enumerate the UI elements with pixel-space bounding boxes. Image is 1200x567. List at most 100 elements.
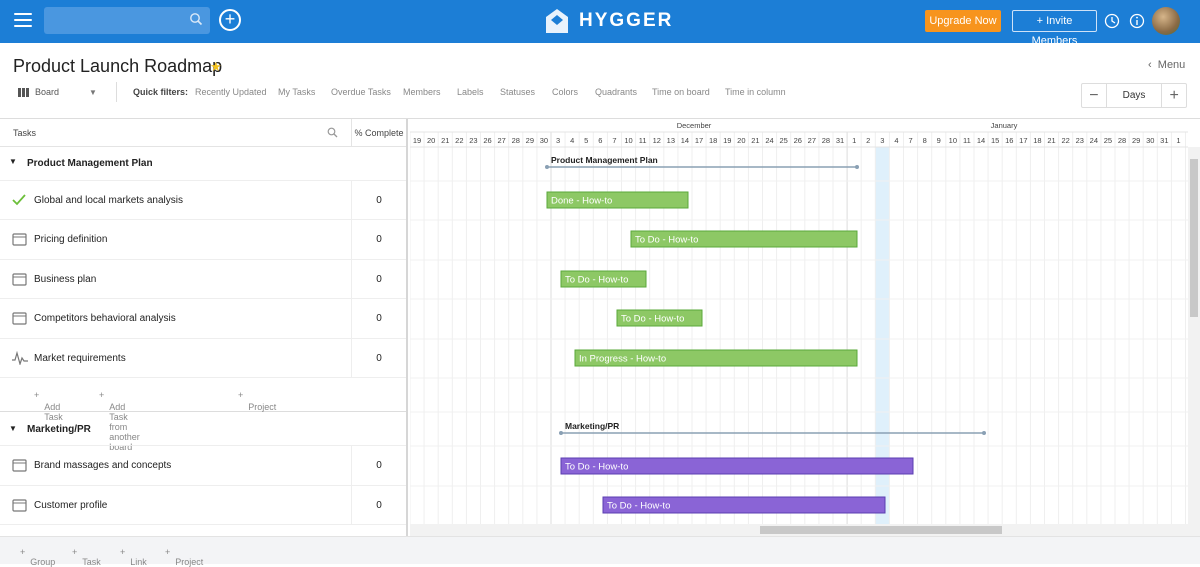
day-label: 3 [880, 136, 884, 145]
gantt-timeline: 19 20 21 22 23 26 27 28 29 30 3 4 5 6 7 10 11 12 13 14 17 18 1… [410, 119, 1188, 524]
day-label: 10 [949, 136, 957, 145]
zoom-level[interactable]: Days [1106, 84, 1162, 107]
filter-my-tasks[interactable]: My Tasks [278, 87, 315, 97]
add-task-bottom-label: Task [82, 557, 101, 567]
filter-quadrants[interactable]: Quadrants [595, 87, 637, 97]
task-complete: 0 [351, 446, 406, 485]
gantt-task-bar-label: Done - How-to [551, 196, 612, 207]
group-summary-label: Marketing/PR [565, 421, 619, 431]
info-icon[interactable] [1129, 13, 1145, 29]
day-label: 21 [441, 136, 449, 145]
chevron-down-icon: ▼ [89, 87, 97, 97]
group-summary-start [559, 431, 563, 435]
task-row[interactable]: Business plan 0 [0, 260, 406, 299]
add-group-label: Group [30, 557, 56, 567]
day-label: 23 [1076, 136, 1084, 145]
day-label: 24 [1090, 136, 1098, 145]
favorite-star-icon[interactable]: ★ [210, 59, 222, 75]
day-label: 29 [526, 136, 534, 145]
hamburger-menu-icon[interactable] [14, 13, 32, 27]
add-project-button[interactable]: + Project [238, 390, 276, 412]
day-label: 28 [512, 136, 520, 145]
task-row[interactable]: Global and local markets analysis 0 [0, 181, 406, 220]
create-plus-button[interactable]: + [219, 9, 241, 31]
task-row[interactable]: Market requirements 0 [0, 339, 406, 378]
task-row[interactable]: Brand massages and concepts 0 [0, 446, 406, 486]
add-group-button[interactable]: + Group [20, 547, 55, 567]
task-row[interactable]: Competitors behavioral analysis 0 [0, 299, 406, 339]
add-task-from-board-button[interactable]: + Add Task from another board [99, 390, 140, 452]
menu-toggle[interactable]: ‹ Menu [1148, 59, 1185, 71]
day-label: 15 [991, 136, 999, 145]
day-label: 19 [413, 136, 421, 145]
add-link-label: Link [130, 557, 147, 567]
upgrade-now-button[interactable]: Upgrade Now [925, 10, 1001, 32]
gantt-task-bar-label: To Do - How-to [607, 501, 670, 512]
hygger-logo-icon [546, 9, 568, 33]
hygger-logo: HYGGER [545, 8, 673, 34]
horizontal-scrollbar[interactable] [410, 524, 1200, 536]
page-title: Product Launch Roadmap [13, 56, 223, 76]
day-label: 17 [695, 136, 703, 145]
task-name: Customer profile [34, 500, 108, 511]
horizontal-scroll-thumb[interactable] [760, 526, 1002, 534]
group-summary-label: Product Management Plan [551, 155, 658, 165]
user-avatar[interactable] [1152, 7, 1180, 35]
group-summary-end [855, 165, 859, 169]
day-label: 21 [751, 136, 759, 145]
day-label: 1 [852, 136, 856, 145]
task-row[interactable]: Customer profile 0 [0, 486, 406, 525]
zoom-in-button[interactable]: + [1161, 84, 1186, 107]
day-label: 18 [1033, 136, 1041, 145]
day-label: 9 [937, 136, 941, 145]
task-row[interactable]: Pricing definition 0 [0, 220, 406, 260]
day-label: 30 [1146, 136, 1154, 145]
search-icon[interactable] [327, 127, 338, 138]
group-row[interactable]: ▼ Marketing/PR [0, 412, 406, 446]
filter-time-on-board[interactable]: Time on board [652, 87, 710, 97]
vertical-scrollbar[interactable] [1188, 147, 1200, 524]
day-label: 26 [794, 136, 802, 145]
filter-overdue-tasks[interactable]: Overdue Tasks [331, 87, 391, 97]
task-name: Global and local markets analysis [34, 195, 183, 206]
day-label: 11 [963, 136, 971, 145]
day-label: 7 [612, 136, 616, 145]
collapse-caret-icon[interactable]: ▼ [9, 424, 17, 433]
add-task-button[interactable]: + Add Task [34, 390, 63, 422]
filter-statuses[interactable]: Statuses [500, 87, 535, 97]
filter-members[interactable]: Members [403, 87, 441, 97]
day-label: 21 [1047, 136, 1055, 145]
vertical-scroll-thumb[interactable] [1190, 159, 1198, 317]
zoom-out-button[interactable]: − [1082, 84, 1107, 107]
logo-text: HYGGER [579, 10, 674, 31]
day-label: 31 [1160, 136, 1168, 145]
group-row[interactable]: ▼ Product Management Plan [0, 147, 406, 181]
month-label: January [991, 121, 1018, 130]
day-label: 10 [624, 136, 632, 145]
day-label: 1 [1176, 136, 1180, 145]
day-label: 11 [639, 136, 647, 145]
filter-colors[interactable]: Colors [552, 87, 578, 97]
gantt-task-bar-label: In Progress - How-to [579, 354, 666, 365]
search-input[interactable] [44, 7, 210, 34]
clock-icon[interactable] [1104, 13, 1120, 29]
view-selector[interactable]: Board ▼ [18, 87, 97, 97]
invite-members-button[interactable]: + Invite Members [1012, 10, 1097, 47]
day-label: 4 [570, 136, 574, 145]
task-name: Market requirements [34, 353, 126, 364]
day-label: 6 [598, 136, 602, 145]
add-project-bottom-button[interactable]: + Project [165, 547, 203, 567]
day-label: 31 [836, 136, 844, 145]
day-label: 14 [681, 136, 689, 145]
card-icon [12, 459, 27, 472]
add-link-button[interactable]: + Link [120, 547, 147, 567]
task-complete: 0 [351, 220, 406, 259]
filter-time-in-column[interactable]: Time in column [725, 87, 786, 97]
day-label: 22 [1061, 136, 1069, 145]
month-label: December [677, 121, 712, 130]
filter-recently-updated[interactable]: Recently Updated [195, 87, 267, 97]
collapse-caret-icon[interactable]: ▼ [9, 157, 17, 166]
filter-labels[interactable]: Labels [457, 87, 484, 97]
add-task-bottom-button[interactable]: + Task [72, 547, 101, 567]
day-label: 27 [808, 136, 816, 145]
